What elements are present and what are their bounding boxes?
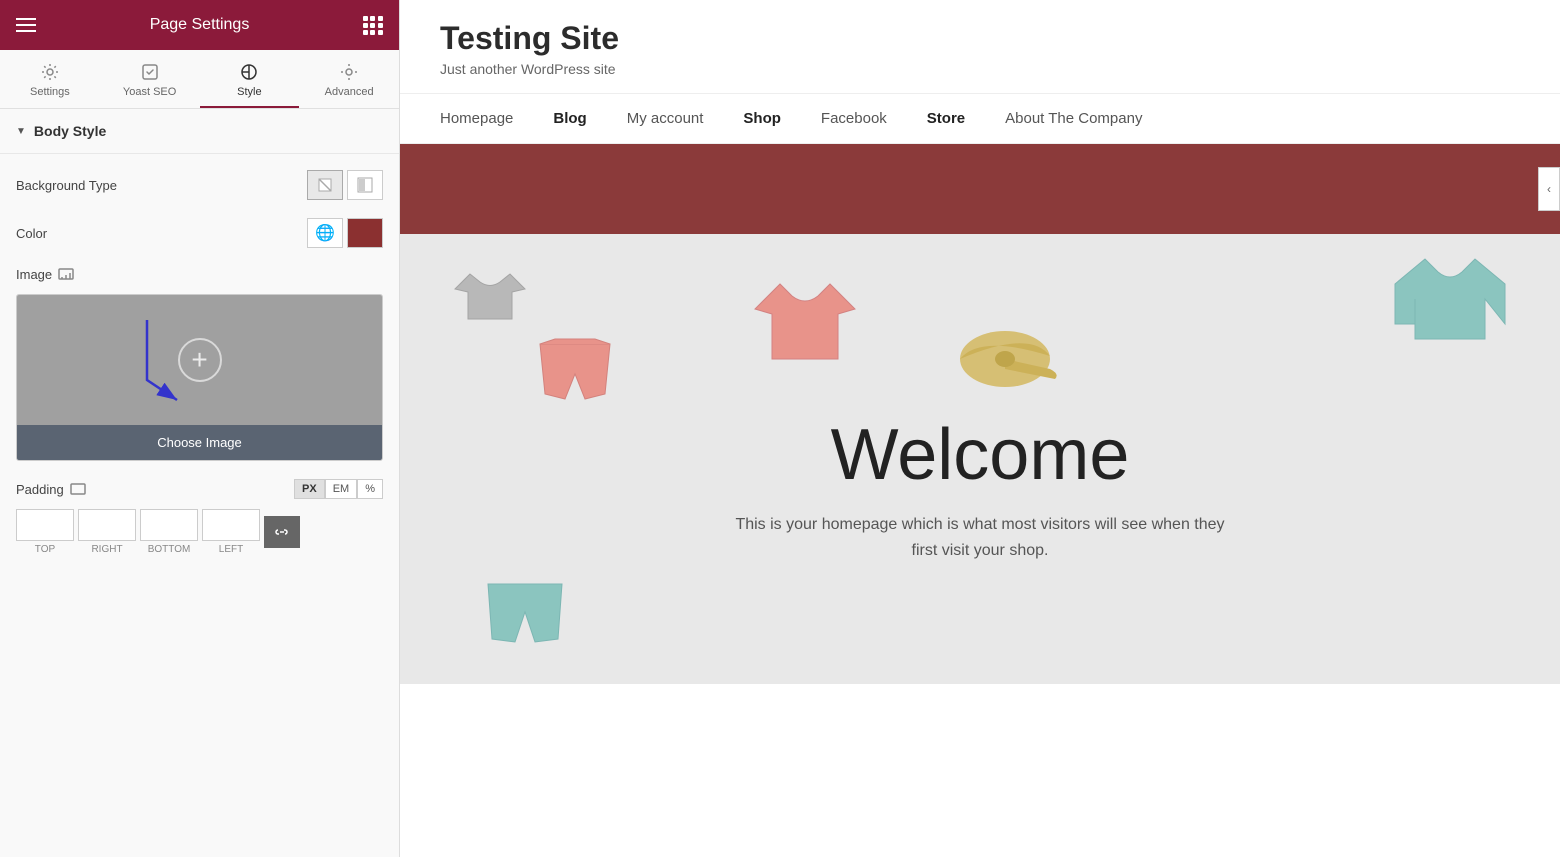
nav-blog[interactable]: Blog	[553, 110, 586, 127]
padding-left-label: LEFT	[219, 544, 243, 555]
color-buttons: 🌐	[307, 218, 383, 248]
unit-btn-em[interactable]: EM	[325, 479, 358, 499]
nav-homepage[interactable]: Homepage	[440, 110, 513, 127]
image-field-row: Image	[16, 266, 383, 282]
nav-myaccount[interactable]: My account	[627, 110, 704, 127]
hamburger-icon[interactable]	[16, 18, 36, 32]
nav-about[interactable]: About The Company	[1005, 110, 1142, 127]
clothing-shirt-teal	[1390, 244, 1510, 354]
panel-content: ▼ Body Style Background Type Color	[0, 109, 399, 857]
nav-facebook[interactable]: Facebook	[821, 110, 887, 127]
panel-header: Page Settings	[0, 0, 399, 50]
type-buttons	[307, 170, 383, 200]
tab-settings[interactable]: Settings	[0, 50, 100, 108]
background-type-label: Background Type	[16, 178, 117, 193]
image-upload-area: + Choose Image	[16, 294, 383, 461]
globe-button[interactable]: 🌐	[307, 218, 343, 248]
padding-top-wrap: TOP	[16, 509, 74, 555]
unit-btn-px[interactable]: PX	[294, 479, 325, 499]
nav-shop[interactable]: Shop	[743, 110, 781, 127]
section-title: Body Style	[34, 123, 106, 139]
tab-yoast[interactable]: Yoast SEO	[100, 50, 200, 108]
padding-inputs: TOP RIGHT BOTTOM LEFT	[16, 509, 383, 555]
site-header: Testing Site Just another WordPress site	[400, 0, 1560, 93]
color-label: Color	[16, 226, 47, 241]
color-swatch[interactable]	[347, 218, 383, 248]
choose-image-button[interactable]: Choose Image	[17, 425, 382, 460]
panel-title: Page Settings	[150, 16, 250, 34]
collapse-toggle[interactable]: ‹	[1538, 167, 1560, 211]
welcome-heading: Welcome	[730, 414, 1230, 496]
grid-icon[interactable]	[363, 16, 383, 35]
welcome-text-area: Welcome This is your homepage which is w…	[730, 414, 1230, 563]
padding-left-input[interactable]	[202, 509, 260, 541]
unit-buttons: PX EM %	[294, 479, 383, 499]
product-showcase: Welcome This is your homepage which is w…	[400, 234, 1560, 684]
nav-store[interactable]: Store	[927, 110, 965, 127]
unit-btn-percent[interactable]: %	[357, 479, 383, 499]
collapse-arrow: ▼	[16, 126, 26, 137]
tab-style-label: Style	[237, 86, 261, 98]
padding-bottom-label: BOTTOM	[148, 544, 191, 555]
tab-advanced[interactable]: Advanced	[299, 50, 399, 108]
right-content: Testing Site Just another WordPress site…	[400, 0, 1560, 857]
padding-left-wrap: LEFT	[202, 509, 260, 555]
padding-right-input[interactable]	[78, 509, 136, 541]
background-type-row: Background Type	[16, 170, 383, 200]
site-title: Testing Site	[440, 20, 1520, 57]
padding-bottom-wrap: BOTTOM	[140, 509, 198, 555]
padding-top-input[interactable]	[16, 509, 74, 541]
welcome-subtitle: This is your homepage which is what most…	[730, 512, 1230, 563]
nav-bar: Homepage Blog My account Shop Facebook S…	[400, 93, 1560, 144]
type-btn-image[interactable]	[347, 170, 383, 200]
image-placeholder[interactable]: +	[17, 295, 382, 425]
padding-bottom-input[interactable]	[140, 509, 198, 541]
section-body: Background Type Color 🌐	[0, 154, 399, 571]
padding-top-label: TOP	[35, 544, 55, 555]
clothing-shorts-pink	[530, 334, 620, 434]
tab-style[interactable]: Style	[200, 50, 300, 108]
clothing-cap-yellow	[950, 314, 1060, 394]
clothing-shirt-red	[750, 264, 860, 374]
tab-settings-label: Settings	[30, 86, 70, 98]
clothing-shirt-gray	[450, 254, 530, 334]
padding-row: Padding PX EM %	[16, 479, 383, 499]
image-label: Image	[16, 266, 74, 282]
padding-right-wrap: RIGHT	[78, 509, 136, 555]
link-padding-button[interactable]	[264, 516, 300, 548]
padding-right-label: RIGHT	[91, 544, 122, 555]
site-tagline: Just another WordPress site	[440, 61, 1520, 77]
tab-yoast-label: Yoast SEO	[123, 86, 176, 98]
left-panel: Page Settings Settings Yoast SEO	[0, 0, 400, 857]
type-btn-color[interactable]	[307, 170, 343, 200]
color-row: Color 🌐	[16, 218, 383, 248]
hero-section: ‹	[400, 144, 1560, 234]
clothing-shorts-teal	[480, 574, 570, 654]
tab-advanced-label: Advanced	[325, 86, 374, 98]
panel-tabs: Settings Yoast SEO Style Advanced	[0, 50, 399, 109]
section-body-style[interactable]: ▼ Body Style	[0, 109, 399, 154]
add-image-icon[interactable]: +	[178, 338, 222, 382]
padding-label: Padding	[16, 481, 86, 497]
